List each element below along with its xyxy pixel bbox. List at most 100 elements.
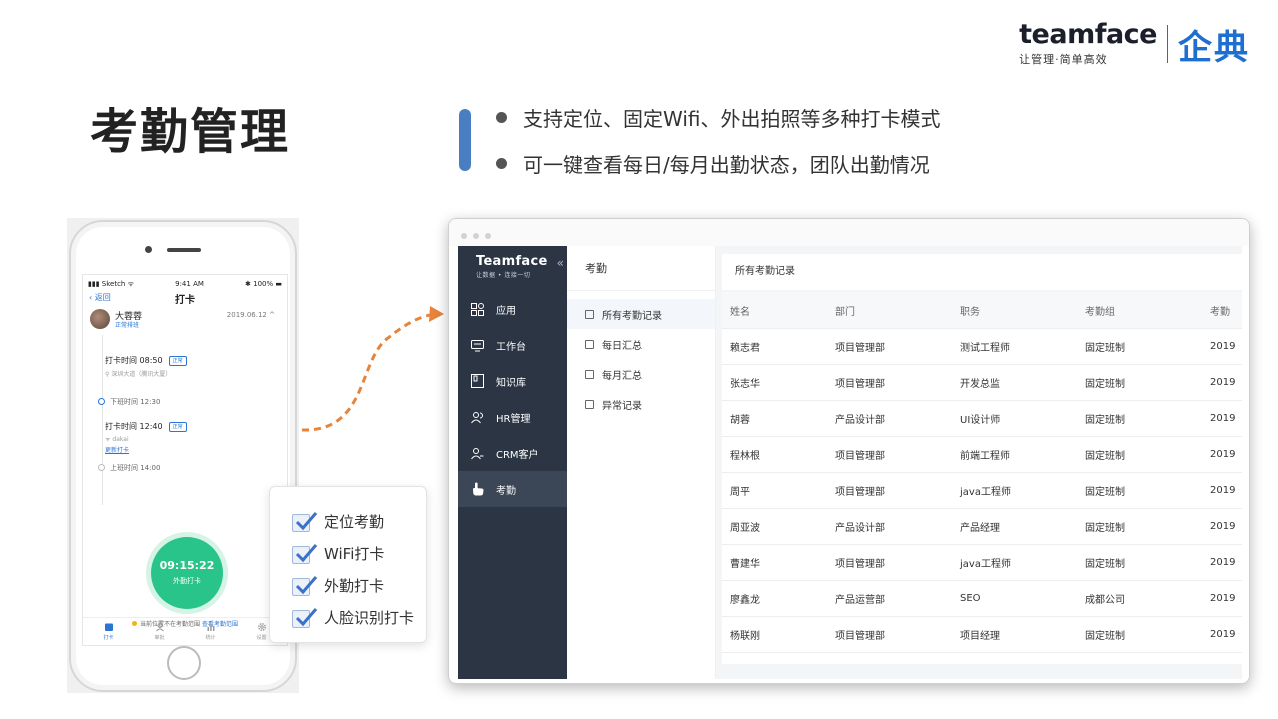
brand-separator xyxy=(1167,25,1168,63)
phone-frame: ▮▮▮ Sketch ᯤ 9:41 AM ✱ 100% ▬ ‹ 返回 打卡 大蓉… xyxy=(69,220,297,692)
update-clock-link[interactable]: 更新打卡 xyxy=(105,445,277,454)
table-row[interactable]: 廖鑫龙 产品运营部 SEO 成都公司 2019 xyxy=(722,581,1242,617)
main-content: 所有考勤记录 姓名 部门 职务 考勤组 考勤 赖志君 项目管理部 测试工程师 固… xyxy=(716,246,1242,679)
clock-time: 09:15:22 xyxy=(159,559,215,572)
cell-department: 项目管理部 xyxy=(835,487,885,498)
hand-pointer-icon xyxy=(470,482,484,496)
cell-department: 产品设计部 xyxy=(835,523,885,534)
chevron-up-icon: ^ xyxy=(269,311,275,319)
attendance-table: 姓名 部门 职务 考勤组 考勤 赖志君 项目管理部 测试工程师 固定班制 201… xyxy=(722,292,1242,664)
window-close-dot[interactable] xyxy=(461,233,467,239)
checked-checkbox-icon xyxy=(292,542,318,564)
cell-date: 2019 xyxy=(1210,629,1236,640)
phone-camera xyxy=(145,246,152,253)
checklist-item: 人脸识别打卡 xyxy=(292,601,426,633)
table-row[interactable]: 周平 项目管理部 java工程师 固定班制 2019 xyxy=(722,473,1242,509)
record-location: ⚲ 深圳大道（腾讯大厦） xyxy=(105,371,172,378)
bar-chart-icon xyxy=(207,624,214,631)
desktop-window: Teamface 让数据 • 连接一切 « 应用 工作台 知识库 HR管理 CR… xyxy=(448,218,1250,684)
clock-timeline: 打卡时间 08:50 正常 ⚲ 深圳大道（腾讯大厦） 下班时间 12:30 打卡时… xyxy=(83,335,287,520)
sidebar-item-label: 工作台 xyxy=(496,341,526,353)
user-icon xyxy=(155,623,164,632)
submenu-item-daily-summary[interactable]: 每日汇总 xyxy=(567,329,715,359)
tab-bar: 打卡 审批 统计 设置 xyxy=(83,617,287,645)
dashed-arrow-icon xyxy=(301,306,444,432)
sidebar-menu: 应用 工作台 知识库 HR管理 CRM客户 考勤 xyxy=(458,291,567,507)
sidebar-item-label: 知识库 xyxy=(496,377,526,389)
sidebar-item-hr[interactable]: HR管理 xyxy=(458,399,567,435)
table-row[interactable]: 杨联刚 项目管理部 项目经理 固定班制 2019 xyxy=(722,617,1242,653)
status-carrier: ▮▮▮ Sketch ᯤ xyxy=(88,280,134,288)
cell-date: 2019 xyxy=(1210,413,1236,424)
book-icon xyxy=(470,374,484,388)
cell-group: 固定班制 xyxy=(1085,451,1125,462)
submenu-item-monthly-summary[interactable]: 每月汇总 xyxy=(567,359,715,389)
tab-approval[interactable]: 审批 xyxy=(134,618,185,645)
cell-name: 赖志君 xyxy=(730,343,760,354)
table-row[interactable]: 程林根 项目管理部 前端工程师 固定班制 2019 xyxy=(722,437,1242,473)
home-button[interactable] xyxy=(167,646,201,680)
cell-group: 固定班制 xyxy=(1085,631,1125,642)
submenu-item-exceptions[interactable]: 异常记录 xyxy=(567,389,715,419)
column-header[interactable]: 考勤 xyxy=(1202,303,1242,318)
sidebar-item-workbench[interactable]: 工作台 xyxy=(458,327,567,363)
checked-checkbox-icon xyxy=(292,510,318,532)
timeline-node: 上班时间 14:00 xyxy=(98,463,160,473)
collapse-icon[interactable]: « xyxy=(557,256,564,270)
attendance-app: Teamface 让数据 • 连接一切 « 应用 工作台 知识库 HR管理 CR… xyxy=(458,246,1242,679)
tab-stats[interactable]: 统计 xyxy=(185,618,236,645)
bullet-dot-icon xyxy=(496,157,507,169)
timeline-line xyxy=(102,335,103,505)
column-header[interactable]: 考勤组 xyxy=(1077,303,1202,318)
cell-position: 测试工程师 xyxy=(960,343,1010,354)
window-minimize-dot[interactable] xyxy=(473,233,479,239)
cell-name: 程林根 xyxy=(730,451,760,462)
column-header[interactable]: 部门 xyxy=(827,303,952,318)
sidebar-item-knowledge[interactable]: 知识库 xyxy=(458,363,567,399)
calendar-icon xyxy=(104,623,113,631)
table-row[interactable]: 赖志君 项目管理部 测试工程师 固定班制 2019 xyxy=(722,329,1242,365)
window-zoom-dot[interactable] xyxy=(485,233,491,239)
slide-title: 考勤管理 xyxy=(90,104,291,160)
user-row[interactable]: 大蓉蓉 正常排班 2019.06.12 ^ xyxy=(83,307,287,335)
brand-word: teamface xyxy=(1019,19,1157,50)
phone-mockup: ▮▮▮ Sketch ᯤ 9:41 AM ✱ 100% ▬ ‹ 返回 打卡 大蓉… xyxy=(67,218,299,693)
cell-position: SEO xyxy=(960,593,981,604)
cell-group: 固定班制 xyxy=(1085,343,1125,354)
submenu-item-label: 每月汇总 xyxy=(602,370,642,382)
doc-icon xyxy=(585,339,594,349)
table-row[interactable]: 胡蓉 产品设计部 UI设计师 固定班制 2019 xyxy=(722,401,1242,437)
tab-clock[interactable]: 打卡 xyxy=(83,618,134,645)
cell-position: 开发总监 xyxy=(960,379,1000,390)
checked-checkbox-icon xyxy=(292,606,318,628)
table-row[interactable]: 曹建华 项目管理部 java工程师 固定班制 2019 xyxy=(722,545,1242,581)
submenu-item-label: 每日汇总 xyxy=(602,340,642,352)
column-header[interactable]: 姓名 xyxy=(722,303,827,318)
sidebar-item-attendance[interactable]: 考勤 xyxy=(458,471,567,507)
cell-date: 2019 xyxy=(1210,377,1236,388)
submenu-item-label: 所有考勤记录 xyxy=(602,310,662,322)
sidebar-item-apps[interactable]: 应用 xyxy=(458,291,567,327)
column-header[interactable]: 职务 xyxy=(952,303,1077,318)
clock-mode-checklist: 定位考勤 WiFi打卡 外勤打卡 人脸识别打卡 xyxy=(269,486,427,643)
nav-title: 打卡 xyxy=(175,295,195,306)
cell-position: java工程师 xyxy=(960,559,1011,570)
phone-speaker xyxy=(167,248,201,252)
sidebar-item-label: CRM客户 xyxy=(496,449,539,461)
apps-grid-icon xyxy=(470,302,484,316)
status-battery: ✱ 100% ▬ xyxy=(245,280,282,288)
bullet-text: 可一键查看每日/每月出勤状态，团队出勤情况 xyxy=(523,152,930,177)
checklist-label: 定位考勤 xyxy=(324,512,385,531)
table-row[interactable]: 张志华 项目管理部 开发总监 固定班制 2019 xyxy=(722,365,1242,401)
cell-department: 项目管理部 xyxy=(835,343,885,354)
submenu-item-all-records[interactable]: 所有考勤记录 xyxy=(567,299,715,329)
cell-date: 2019 xyxy=(1210,557,1236,568)
cell-position: java工程师 xyxy=(960,487,1011,498)
user-date: 2019.06.12 ^ xyxy=(226,311,275,319)
sidebar-item-crm[interactable]: CRM客户 xyxy=(458,435,567,471)
cell-name: 曹建华 xyxy=(730,559,760,570)
doc-icon xyxy=(585,369,594,379)
table-row[interactable]: 周亚波 产品设计部 产品经理 固定班制 2019 xyxy=(722,509,1242,545)
clock-in-button[interactable]: 09:15:22 外勤打卡 xyxy=(151,537,223,609)
cell-position: 前端工程师 xyxy=(960,451,1010,462)
